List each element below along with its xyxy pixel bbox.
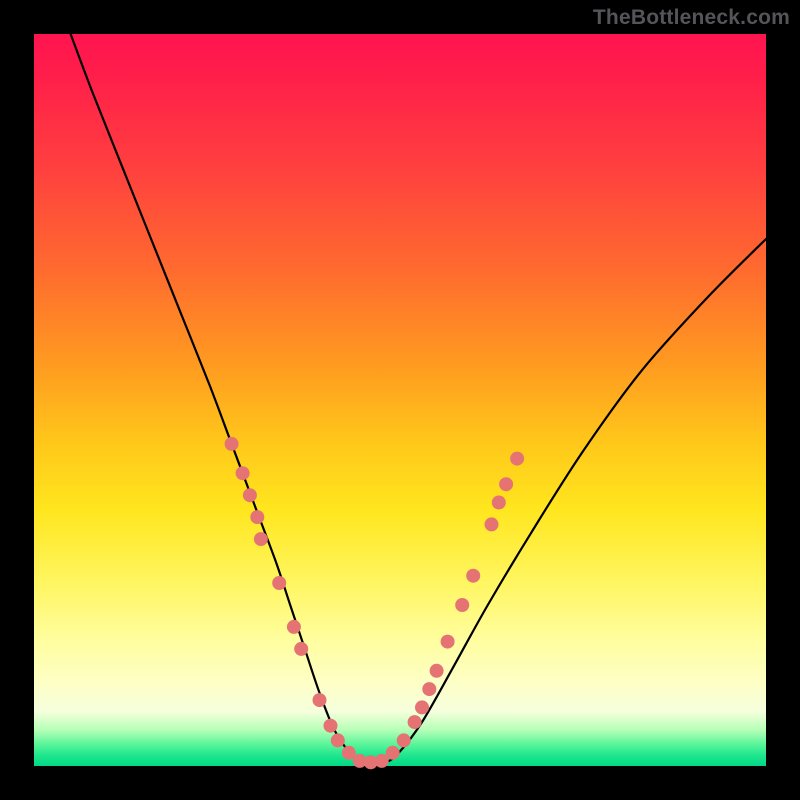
bottleneck-curve [71,34,766,764]
curve-layer [34,34,766,766]
data-dot [294,642,308,656]
data-dot [386,746,400,760]
data-dot [397,733,411,747]
data-dots [225,437,524,769]
data-dot [455,598,469,612]
data-dot [466,569,480,583]
data-dot [272,576,286,590]
data-dot [331,733,345,747]
data-dot [250,510,264,524]
watermark-text: TheBottleneck.com [593,6,790,30]
data-dot [485,517,499,531]
data-dot [430,664,444,678]
data-dot [287,620,301,634]
data-dot [254,532,268,546]
data-dot [415,700,429,714]
data-dot [499,477,513,491]
data-dot [510,452,524,466]
data-dot [408,715,422,729]
chart-frame: TheBottleneck.com [0,0,800,800]
data-dot [441,635,455,649]
data-dot [236,466,250,480]
data-dot [324,719,338,733]
data-dot [225,437,239,451]
data-dot [313,693,327,707]
data-dot [422,682,436,696]
plot-area [34,34,766,766]
data-dot [243,488,257,502]
data-dot [492,496,506,510]
